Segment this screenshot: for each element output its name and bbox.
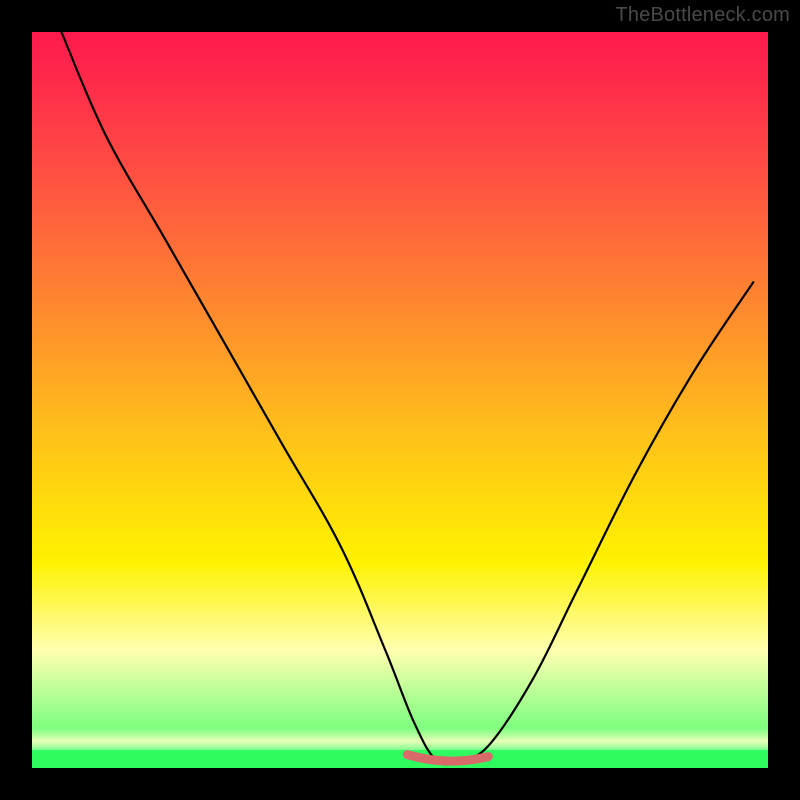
valley-marker [407,755,488,762]
chart-frame: TheBottleneck.com [0,0,800,800]
plot-area [32,32,768,768]
bottleneck-curve [61,32,753,764]
watermark-label: TheBottleneck.com [615,4,790,27]
curve-layer [32,32,768,768]
